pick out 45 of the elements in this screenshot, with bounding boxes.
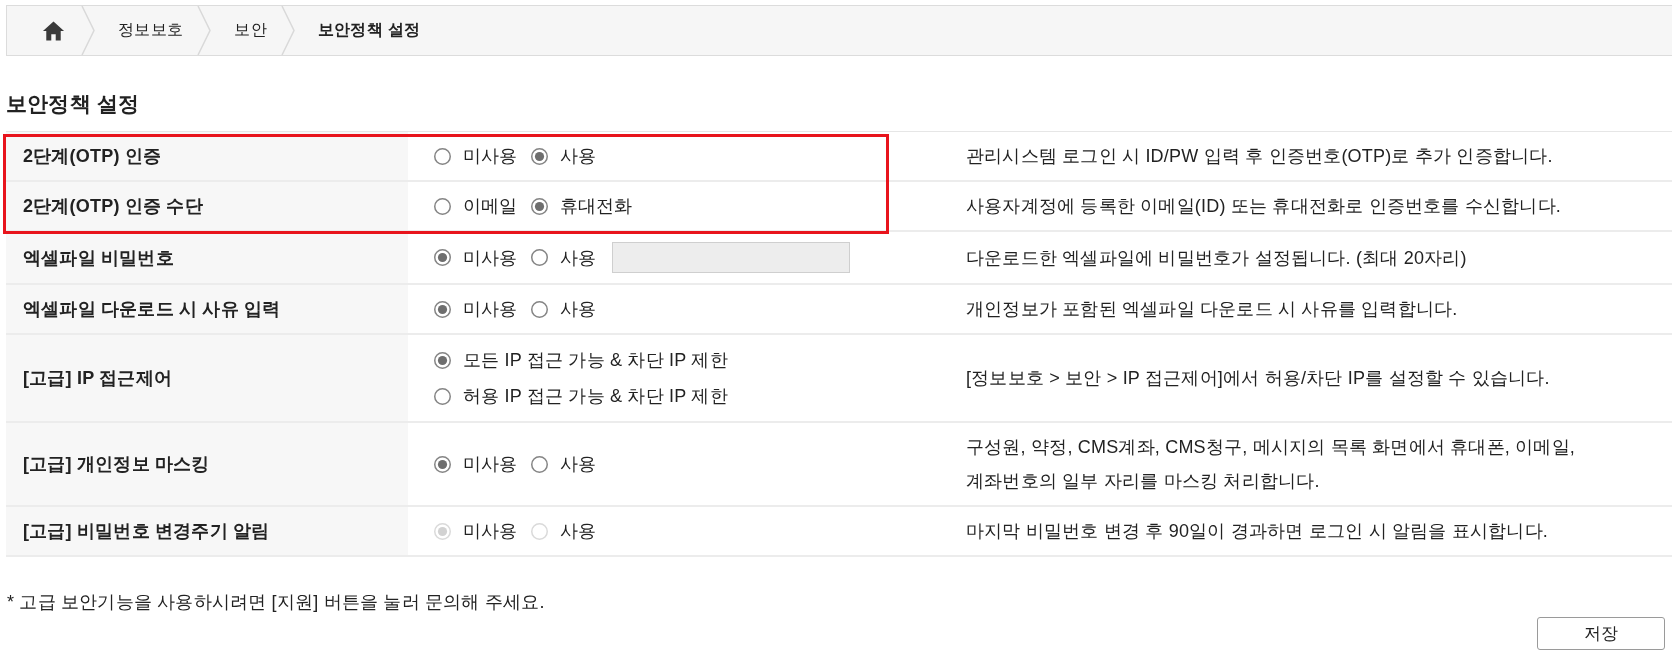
radio-option[interactable]: 미사용: [434, 292, 518, 326]
setting-description: [정보보호 > 보안 > IP 접근제어]에서 허용/차단 IP를 설정할 수 있습니다.: [965, 367, 1551, 390]
radio-option[interactable]: 이메일: [434, 189, 518, 223]
setting-label: 엑셀파일 비밀번호: [6, 232, 408, 283]
radio-icon[interactable]: [530, 300, 548, 318]
setting-description: 사용자계정에 등록한 이메일(ID) 또는 휴대전화로 인증번호를 수신합니다.: [965, 195, 1562, 218]
footnote: * 고급 보안기능을 사용하시려면 [지원] 버튼을 눌러 문의해 주세요.: [7, 591, 546, 614]
setting-label: 엑셀파일 다운로드 시 사유 입력: [6, 285, 408, 333]
radio-icon[interactable]: [434, 147, 451, 165]
breadcrumb-link[interactable]: 정보보호: [95, 20, 198, 41]
setting-label: [고급] 비밀번호 변경주기 알림: [6, 507, 408, 555]
setting-label: 2단계(OTP) 인증 수단: [6, 182, 408, 230]
radio-option[interactable]: 미사용: [434, 240, 518, 275]
radio-option[interactable]: 미사용: [434, 447, 518, 481]
radio-option[interactable]: 미사용: [434, 139, 518, 173]
radio-icon[interactable]: [434, 387, 451, 405]
breadcrumb-current: 보안정책 설정: [316, 20, 422, 40]
radio-option[interactable]: 모든 IP 접근 가능 & 차단 IP 제한: [434, 342, 728, 378]
radio-icon[interactable]: [530, 197, 548, 215]
setting-description: 다운로드한 엑셀파일에 비밀번호가 설정됩니다. (최대 20자리): [965, 246, 1468, 270]
page-title: 보안정책 설정: [6, 92, 141, 116]
radio-icon[interactable]: [530, 455, 548, 473]
setting-label: 2단계(OTP) 인증: [6, 132, 408, 180]
setting-description: 마지막 비밀번호 변경 후 90일이 경과하면 로그인 시 알림을 표시합니다.: [965, 520, 1550, 543]
radio-option[interactable]: 사용: [530, 139, 596, 173]
setting-description: 구성원, 약정, CMS계좌, CMS청구, 메시지의 목록 화면에서 휴대폰, 이메일, 계좌번호의 일부 자리를 마스킹 처리합니다.: [965, 436, 1576, 493]
radio-option[interactable]: 사용: [530, 240, 596, 275]
radio-icon[interactable]: [434, 351, 451, 369]
setting-description: 관리시스템 로그인 시 ID/PW 입력 후 인증번호(OTP)로 추가 인증합니다.: [965, 145, 1554, 168]
radio-option[interactable]: 사용: [530, 447, 596, 481]
breadcrumb-link[interactable]: 보안: [211, 20, 281, 41]
radio-icon[interactable]: [434, 300, 451, 318]
radio-icon[interactable]: [530, 249, 548, 266]
radio-icon[interactable]: [434, 455, 451, 473]
setting-label: [고급] IP 접근제어: [6, 335, 408, 421]
setting-label: [고급] 개인정보 마스킹: [6, 423, 408, 505]
radio-option[interactable]: 사용: [530, 292, 596, 326]
radio-option[interactable]: 휴대전화: [530, 189, 633, 223]
radio-icon[interactable]: [530, 147, 548, 165]
save-button[interactable]: 저장: [1537, 617, 1665, 650]
radio-option[interactable]: 허용 IP 접근 가능 & 차단 IP 제한: [434, 378, 728, 414]
setting-description: 개인정보가 포함된 엑셀파일 다운로드 시 사유를 입력합니다.: [965, 298, 1459, 321]
home-icon[interactable]: [42, 20, 65, 41]
radio-icon[interactable]: [434, 197, 451, 215]
radio-icon[interactable]: [434, 249, 451, 266]
